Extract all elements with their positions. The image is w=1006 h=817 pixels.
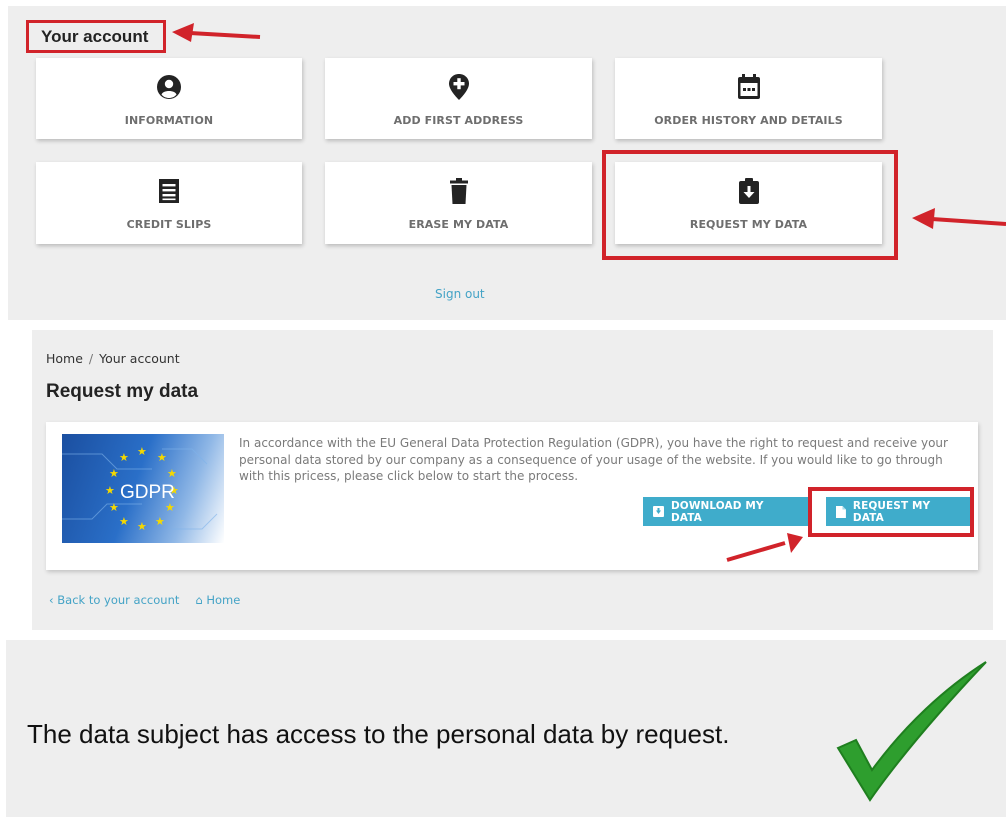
- arrow-request-tile: [912, 208, 1006, 229]
- arrow-account-title: [172, 23, 261, 42]
- checkmark-icon: [836, 661, 987, 802]
- annotation-overlay: [172, 23, 1006, 802]
- arrow-request-button: [726, 533, 803, 562]
